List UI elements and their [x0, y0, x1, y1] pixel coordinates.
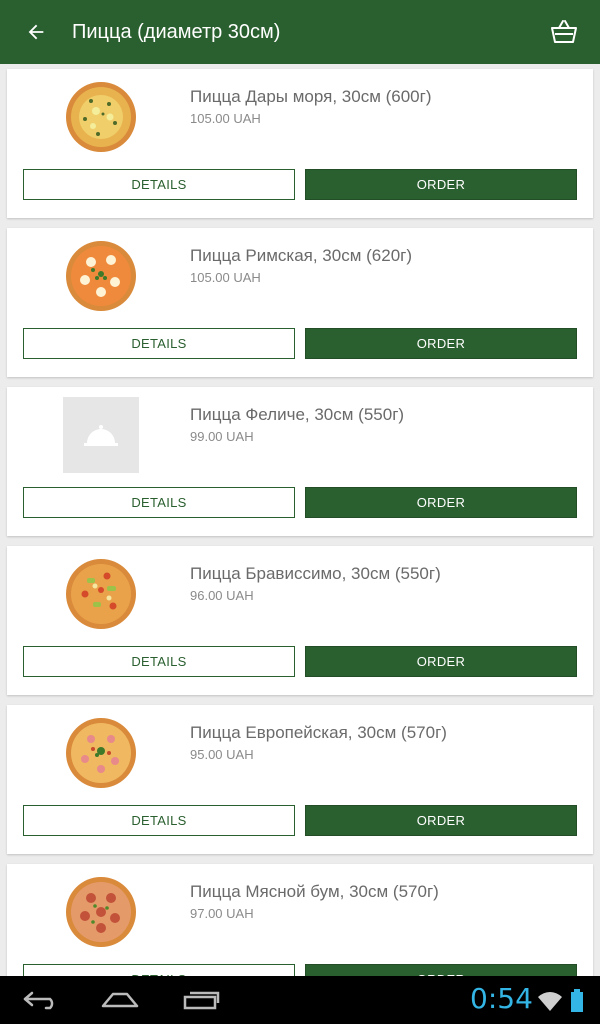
recents-icon — [183, 991, 220, 1010]
pizza-image — [66, 559, 136, 629]
pizza-image — [66, 241, 136, 311]
arrow-left-icon — [28, 24, 44, 40]
product-price: 97.00 UAH — [190, 906, 254, 921]
details-button[interactable]: DETAILS — [23, 805, 295, 836]
product-card: Пицца Мясной бум, 30см (570г) 97.00 UAH … — [7, 864, 593, 976]
product-card: Пицца Европейская, 30см (570г) 95.00 UAH… — [7, 705, 593, 854]
status-clock: 0:54 — [470, 982, 533, 1015]
product-price: 105.00 UAH — [190, 270, 261, 285]
product-price: 105.00 UAH — [190, 111, 261, 126]
details-button[interactable]: DETAILS — [23, 487, 295, 518]
details-button[interactable]: DETAILS — [23, 646, 295, 677]
nav-back-button[interactable] — [20, 986, 62, 1014]
order-button[interactable]: ORDER — [305, 805, 577, 836]
pizza-image — [66, 718, 136, 788]
order-button[interactable]: ORDER — [305, 646, 577, 677]
product-name: Пицца Мясной бум, 30см (570г) — [190, 882, 439, 901]
details-button[interactable]: DETAILS — [23, 328, 295, 359]
system-navigation-bar: 0:54 — [0, 976, 600, 1024]
product-list[interactable]: Пицца Дары моря, 30см (600г) 105.00 UAH … — [0, 64, 600, 976]
product-card: Пицца Феличе, 30см (550г) 99.00 UAH DETA… — [7, 387, 593, 536]
product-name: Пицца Европейская, 30см (570г) — [190, 723, 447, 742]
order-button[interactable]: ORDER — [305, 328, 577, 359]
order-button[interactable]: ORDER — [305, 964, 577, 976]
page-title: Пицца (диаметр 30см) — [72, 20, 281, 43]
wifi-icon — [538, 992, 562, 1011]
product-price: 95.00 UAH — [190, 747, 254, 762]
product-name: Пицца Брависсимо, 30см (550г) — [190, 564, 441, 583]
product-price: 99.00 UAH — [190, 429, 254, 444]
placeholder-cloche-icon — [63, 397, 139, 473]
product-card: Пицца Римская, 30см (620г) 105.00 UAH DE… — [7, 228, 593, 377]
product-card: Пицца Дары моря, 30см (600г) 105.00 UAH … — [7, 69, 593, 218]
nav-recents-button[interactable] — [180, 986, 222, 1014]
product-name: Пицца Феличе, 30см (550г) — [190, 405, 405, 424]
details-button[interactable]: DETAILS — [23, 964, 295, 976]
back-button[interactable] — [0, 0, 72, 64]
pizza-image — [66, 82, 136, 152]
nav-home-button[interactable] — [98, 986, 142, 1014]
home-icon — [101, 992, 139, 1008]
order-button[interactable]: ORDER — [305, 487, 577, 518]
product-name: Пицца Римская, 30см (620г) — [190, 246, 413, 265]
battery-icon — [571, 989, 583, 1012]
product-price: 96.00 UAH — [190, 588, 254, 603]
back-arrow-icon — [23, 991, 54, 1010]
cart-button[interactable] — [528, 0, 600, 64]
basket-icon — [551, 20, 577, 43]
product-name: Пицца Дары моря, 30см (600г) — [190, 87, 432, 106]
order-button[interactable]: ORDER — [305, 169, 577, 200]
details-button[interactable]: DETAILS — [23, 169, 295, 200]
pizza-image — [66, 877, 136, 947]
product-card: Пицца Брависсимо, 30см (550г) 96.00 UAH … — [7, 546, 593, 695]
app-bar: Пицца (диаметр 30см) — [0, 0, 600, 64]
